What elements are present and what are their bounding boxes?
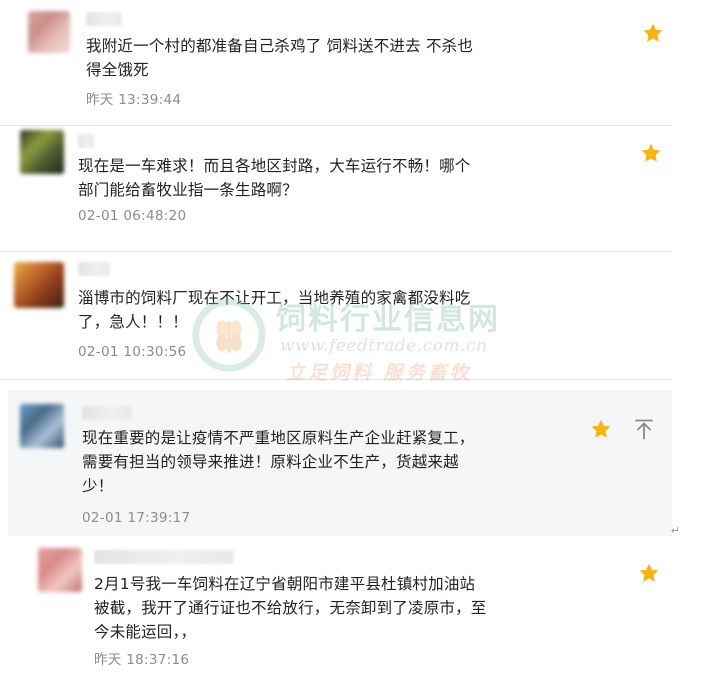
favorite-star-icon[interactable] (590, 418, 612, 440)
favorite-star-icon[interactable] (638, 562, 660, 584)
comment-text: 现在是一车难求！而且各地区封路，大车运行不畅！哪个 部门能给畜牧业指一条生路啊？ (78, 157, 471, 199)
favorite-star-icon[interactable] (640, 142, 662, 164)
avatar[interactable] (14, 262, 64, 308)
comment-timestamp: 02-01 17:39:17 (82, 510, 191, 526)
comment-text: 2月1号我一车饲料在辽宁省朝阳市建平县杜镇村加油站 被截，我开了通行证也不给放行… (94, 575, 487, 641)
comment-card-1: 我附近一个村的都准备自己杀鸡了 饲料送不进去 不杀也 得全饿死 昨天 13:39… (0, 0, 672, 126)
avatar[interactable] (38, 548, 82, 592)
comment-card-3: 淄博市的饲料厂现在不让开工，当地养殖的家禽都没料吃 了，急人！！！ 02-01 … (0, 252, 672, 380)
comment-card-2: 现在是一车难求！而且各地区封路，大车运行不畅！哪个 部门能给畜牧业指一条生路啊？… (0, 126, 672, 252)
commenter-name[interactable] (86, 12, 122, 26)
avatar[interactable] (28, 11, 70, 53)
comment-timestamp: 02-01 06:48:20 (78, 208, 187, 224)
comment-text: 现在重要的是让疫情不严重地区原料生产企业赶紧复工， 需要有担当的领导来推进！原料… (82, 429, 475, 495)
comment-timestamp: 02-01 10:30:56 (78, 344, 187, 360)
comment-text: 淄博市的饲料厂现在不让开工，当地养殖的家禽都没料吃 了，急人！！！ (78, 289, 471, 331)
pin-to-top-icon[interactable] (634, 418, 654, 440)
favorite-star-icon[interactable] (642, 22, 664, 44)
commenter-name[interactable] (94, 550, 234, 564)
comment-timestamp: 昨天 18:37:16 (94, 652, 190, 668)
comment-timestamp: 昨天 13:39:44 (86, 92, 182, 108)
comment-card-5: 2月1号我一车饲料在辽宁省朝阳市建平县杜镇村加油站 被截，我开了通行证也不给放行… (8, 540, 672, 674)
line-break-mark: ↵ (670, 524, 680, 537)
commenter-name[interactable] (78, 262, 110, 276)
comment-card-4: 现在重要的是让疫情不严重地区原料生产企业赶紧复工， 需要有担当的领导来推进！原料… (8, 390, 672, 536)
commenter-name[interactable] (78, 134, 94, 148)
comment-text: 我附近一个村的都准备自己杀鸡了 饲料送不进去 不杀也 得全饿死 (86, 37, 474, 79)
comment-list-page: 我附近一个村的都准备自己杀鸡了 饲料送不进去 不杀也 得全饿死 昨天 13:39… (0, 0, 702, 674)
avatar[interactable] (20, 130, 64, 174)
commenter-name[interactable] (82, 406, 132, 420)
avatar[interactable] (20, 404, 64, 448)
